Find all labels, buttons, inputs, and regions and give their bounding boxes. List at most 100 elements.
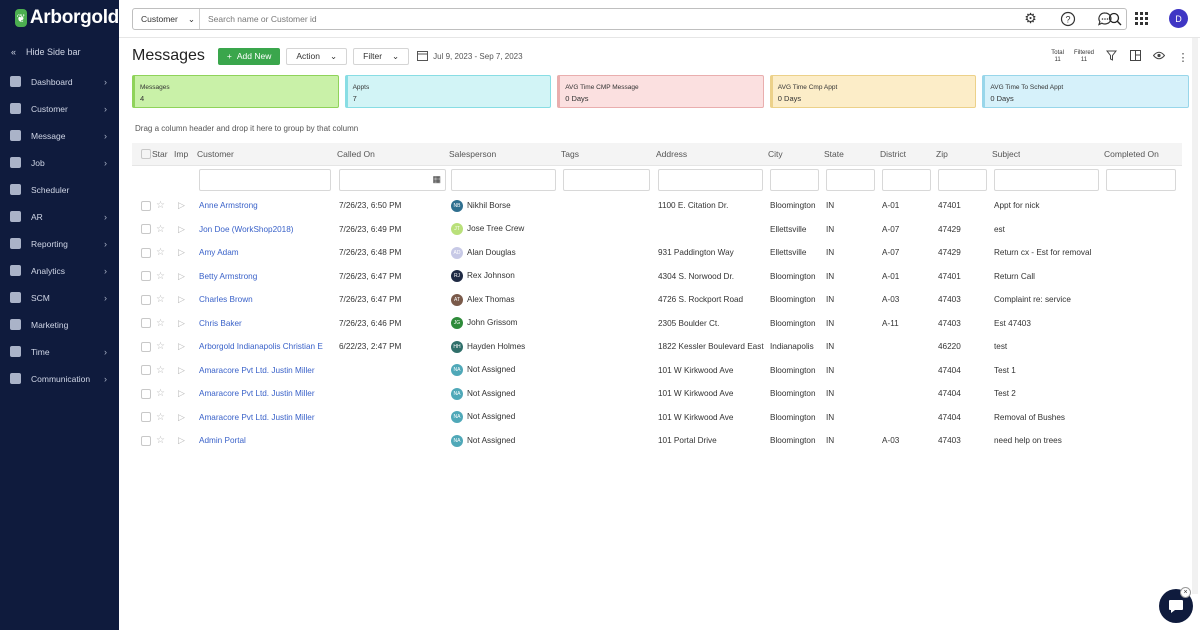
column-header-called-on[interactable]: Called On (337, 149, 375, 159)
column-header-imp[interactable]: Imp (174, 149, 188, 159)
sidebar-item-analytics[interactable]: Analytics › (0, 257, 119, 284)
column-filter-input[interactable] (826, 169, 875, 191)
star-icon[interactable]: ☆ (156, 318, 165, 329)
star-icon[interactable]: ☆ (156, 271, 165, 282)
customer-cell[interactable]: Amy Adam (199, 248, 334, 257)
column-header-zip[interactable]: Zip (936, 149, 948, 159)
column-filter-input[interactable] (199, 169, 331, 191)
search-input[interactable] (200, 14, 1104, 24)
star-icon[interactable]: ☆ (156, 341, 165, 352)
column-filter-input[interactable] (882, 169, 931, 191)
table-row[interactable]: ☆ ▷ Arborgold Indianapolis Christian E 6/22… (132, 335, 1182, 359)
star-icon[interactable]: ☆ (156, 247, 165, 258)
apps-grid-icon[interactable] (1132, 9, 1151, 28)
column-header-completed-on[interactable]: Completed On (1104, 149, 1159, 159)
action-dropdown[interactable]: Action ⌄ (286, 47, 348, 65)
help-icon[interactable]: ? (1058, 9, 1077, 28)
sidebar-item-scm[interactable]: SCM › (0, 284, 119, 311)
row-checkbox[interactable] (141, 341, 151, 352)
row-checkbox[interactable] (141, 271, 151, 282)
star-icon[interactable]: ☆ (156, 388, 165, 399)
row-checkbox[interactable] (141, 412, 151, 423)
column-header-city[interactable]: City (768, 149, 783, 159)
more-vertical-icon[interactable]: ⋮ (1176, 51, 1190, 64)
column-filter-input[interactable] (994, 169, 1099, 191)
sidebar-item-dashboard[interactable]: Dashboard › (0, 68, 119, 95)
date-range-picker[interactable]: Jul 9, 2023 - Sep 7, 2023 (417, 50, 523, 63)
tag-icon[interactable]: ▷ (178, 224, 185, 235)
column-header-customer[interactable]: Customer (197, 149, 234, 159)
column-header-district[interactable]: District (880, 149, 906, 159)
funnel-icon[interactable] (1104, 50, 1118, 64)
select-all-checkbox[interactable] (141, 149, 151, 159)
row-checkbox[interactable] (141, 224, 151, 235)
table-row[interactable]: ☆ ▷ Amaracore Pvt Ltd. Justin Miller NA Not … (132, 359, 1182, 383)
summary-card[interactable]: AVG Time Cmp Appt 0 Days (769, 75, 977, 108)
customer-cell[interactable]: Jon Doe (WorkShop2018) (199, 225, 334, 234)
customer-cell[interactable]: Betty Armstrong (199, 272, 334, 281)
row-checkbox[interactable] (141, 318, 151, 329)
table-row[interactable]: ☆ ▷ Amaracore Pvt Ltd. Justin Miller NA Not … (132, 382, 1182, 406)
row-checkbox[interactable] (141, 365, 151, 376)
table-row[interactable]: ☆ ▷ Anne Armstrong 7/26/23, 6:50 PM NB Nikhil… (132, 194, 1182, 218)
tag-icon[interactable]: ▷ (178, 318, 185, 329)
column-header-subject[interactable]: Subject (992, 149, 1020, 159)
star-icon[interactable]: ☆ (156, 294, 165, 305)
sidebar-item-message[interactable]: Message › (0, 122, 119, 149)
tag-icon[interactable]: ▷ (178, 247, 185, 258)
chat-bubble-icon[interactable] (1095, 9, 1114, 28)
customer-cell[interactable]: Amaracore Pvt Ltd. Justin Miller (199, 366, 334, 375)
column-filter-input[interactable] (1106, 169, 1176, 191)
column-filter-input[interactable] (658, 169, 763, 191)
column-header-state[interactable]: State (824, 149, 844, 159)
app-logo[interactable]: ❦ Arborgold (0, 0, 119, 36)
column-header-salesperson[interactable]: Salesperson (449, 149, 496, 159)
column-filter-input[interactable] (563, 169, 650, 191)
close-icon[interactable]: × (1180, 587, 1191, 598)
customer-cell[interactable]: Charles Brown (199, 295, 334, 304)
column-filter-input[interactable] (770, 169, 819, 191)
column-filter-input[interactable] (451, 169, 556, 191)
customer-cell[interactable]: Anne Armstrong (199, 201, 334, 210)
table-row[interactable]: ☆ ▷ Charles Brown 7/26/23, 6:47 PM AT Alex Th… (132, 288, 1182, 312)
summary-card[interactable]: Appts 7 (344, 75, 552, 108)
table-row[interactable]: ☆ ▷ Chris Baker 7/26/23, 6:46 PM JG John Gris… (132, 312, 1182, 336)
tag-icon[interactable]: ▷ (178, 365, 185, 376)
tag-icon[interactable]: ▷ (178, 200, 185, 211)
row-checkbox[interactable] (141, 247, 151, 258)
sidebar-item-customer[interactable]: Customer › (0, 95, 119, 122)
customer-cell[interactable]: Arborgold Indianapolis Christian E (199, 342, 334, 351)
table-row[interactable]: ☆ ▷ Betty Armstrong 7/26/23, 6:47 PM RJ Rex J… (132, 265, 1182, 289)
sidebar-item-reporting[interactable]: Reporting › (0, 230, 119, 257)
star-icon[interactable]: ☆ (156, 365, 165, 376)
column-header-star[interactable]: Star (152, 149, 168, 159)
table-row[interactable]: ☆ ▷ Jon Doe (WorkShop2018) 7/26/23, 6:49 PM… (132, 218, 1182, 242)
summary-card[interactable]: AVG Time To Sched Appt 0 Days (982, 75, 1189, 108)
sidebar-item-scheduler[interactable]: Scheduler (0, 176, 119, 203)
page-scrollbar[interactable] (1192, 38, 1198, 594)
column-header-tags[interactable]: Tags (561, 149, 579, 159)
row-checkbox[interactable] (141, 294, 151, 305)
tag-icon[interactable]: ▷ (178, 412, 185, 423)
tag-icon[interactable]: ▷ (178, 294, 185, 305)
column-filter-input[interactable] (938, 169, 987, 191)
search-scope-select[interactable]: Customer ⌄ (133, 9, 200, 29)
user-avatar[interactable]: D (1169, 9, 1188, 28)
columns-icon[interactable] (1128, 50, 1142, 64)
hide-sidebar-toggle[interactable]: « Hide Side bar (0, 36, 119, 68)
customer-cell[interactable]: Amaracore Pvt Ltd. Justin Miller (199, 389, 334, 398)
row-checkbox[interactable] (141, 200, 151, 211)
tag-icon[interactable]: ▷ (178, 388, 185, 399)
star-icon[interactable]: ☆ (156, 224, 165, 235)
filter-dropdown[interactable]: Filter ⌄ (353, 47, 410, 65)
customer-cell[interactable]: Chris Baker (199, 319, 334, 328)
summary-card[interactable]: AVG Time CMP Message 0 Days (557, 75, 764, 108)
table-row[interactable]: ☆ ▷ Amaracore Pvt Ltd. Justin Miller NA Not … (132, 406, 1182, 430)
customer-cell[interactable]: Admin Portal (199, 436, 334, 445)
column-header-address[interactable]: Address (656, 149, 687, 159)
sidebar-item-communication[interactable]: Communication › (0, 365, 119, 392)
sidebar-item-marketing[interactable]: Marketing (0, 311, 119, 338)
tag-icon[interactable]: ▷ (178, 435, 185, 446)
table-row[interactable]: ☆ ▷ Amy Adam 7/26/23, 6:48 PM AD Alan Douglas… (132, 241, 1182, 265)
customer-cell[interactable]: Amaracore Pvt Ltd. Justin Miller (199, 413, 334, 422)
